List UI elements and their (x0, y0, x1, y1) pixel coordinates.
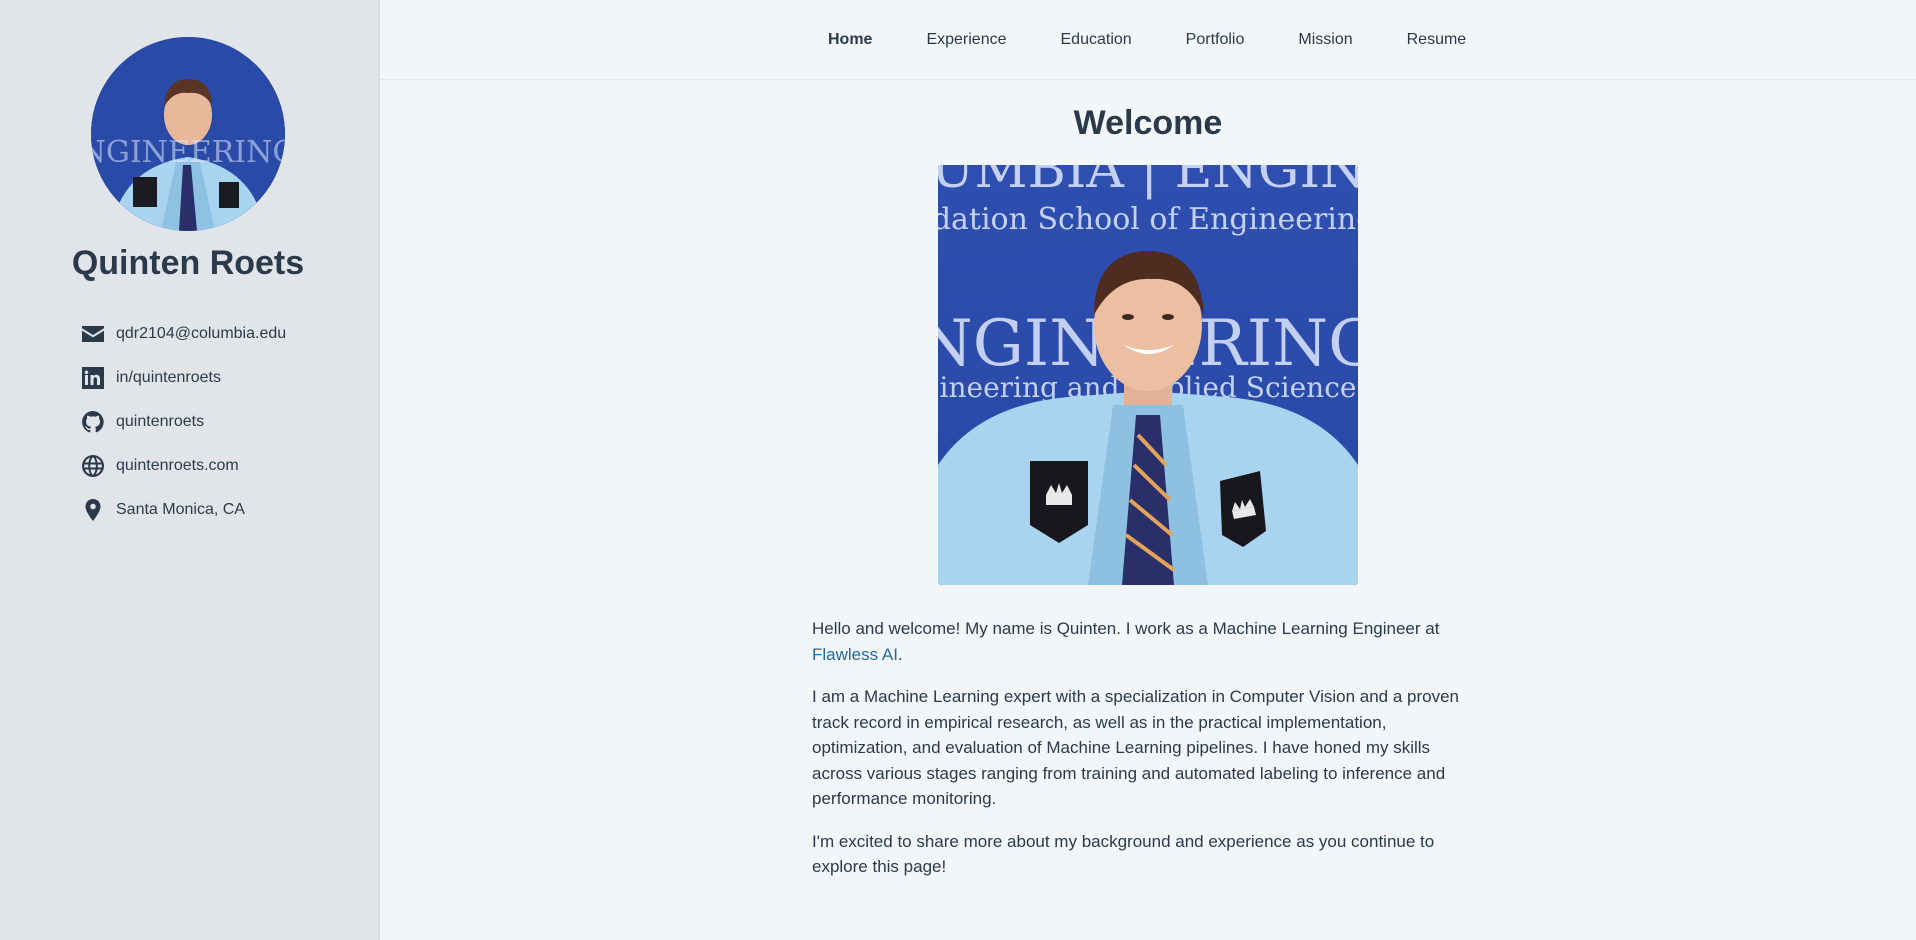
contact-location: Santa Monica, CA (80, 488, 286, 532)
nav-portfolio[interactable]: Portfolio (1186, 31, 1245, 49)
nav-home[interactable]: Home (828, 31, 872, 49)
company-link[interactable]: Flawless AI (812, 645, 898, 664)
location-pin-icon (80, 497, 106, 523)
globe-icon (80, 453, 106, 479)
contact-linkedin[interactable]: in/quintenroets (80, 356, 286, 400)
linkedin-text: in/quintenroets (116, 369, 221, 386)
intro-prefix: Hello and welcome! My name is Quinten. I… (812, 619, 1440, 638)
contact-list: qdr2104@columbia.edu in/quintenroets qui… (80, 312, 286, 532)
hero-photo: UMBIA | ENGIN undation School of Enginee… (938, 165, 1358, 585)
nav-education[interactable]: Education (1061, 31, 1132, 49)
top-navigation: Home Experience Education Portfolio Miss… (380, 0, 1916, 80)
intro-suffix: . (897, 644, 903, 664)
nav-mission[interactable]: Mission (1298, 31, 1352, 49)
profile-avatar: NGINEERING (91, 37, 285, 231)
profile-name: Quinten Roets (71, 244, 305, 282)
website-text: quintenroets.com (116, 457, 239, 474)
main-content: Home Experience Education Portfolio Miss… (380, 0, 1916, 940)
intro-text: Hello and welcome! My name is Quinten. I… (812, 616, 1484, 897)
intro-paragraph: Hello and welcome! My name is Quinten. I… (812, 616, 1484, 667)
closing-paragraph: I'm excited to share more about my backg… (812, 831, 1435, 877)
github-icon (80, 409, 106, 435)
linkedin-icon (80, 365, 106, 391)
email-text: qdr2104@columbia.edu (116, 325, 287, 342)
contact-github[interactable]: quintenroets (80, 400, 286, 444)
contact-email[interactable]: qdr2104@columbia.edu (80, 312, 286, 356)
expertise-paragraph: I am a Machine Learning expert with a sp… (812, 687, 1459, 808)
svg-text:NGINEERING: NGINEERING (91, 135, 285, 170)
svg-text:undation School of Engineering: undation School of Engineering a (938, 202, 1358, 237)
nav-experience[interactable]: Experience (926, 31, 1006, 49)
envelope-icon (80, 321, 106, 347)
sidebar: NGINEERING Quinten Roets qdr2104@columbi… (0, 0, 380, 940)
nav-resume[interactable]: Resume (1407, 31, 1467, 49)
svg-text:UMBIA | ENGIN: UMBIA | ENGIN (938, 165, 1358, 200)
location-text: Santa Monica, CA (116, 501, 245, 518)
page-title: Welcome (1073, 104, 1223, 142)
contact-website[interactable]: quintenroets.com (80, 444, 286, 488)
github-text: quintenroets (116, 413, 205, 430)
